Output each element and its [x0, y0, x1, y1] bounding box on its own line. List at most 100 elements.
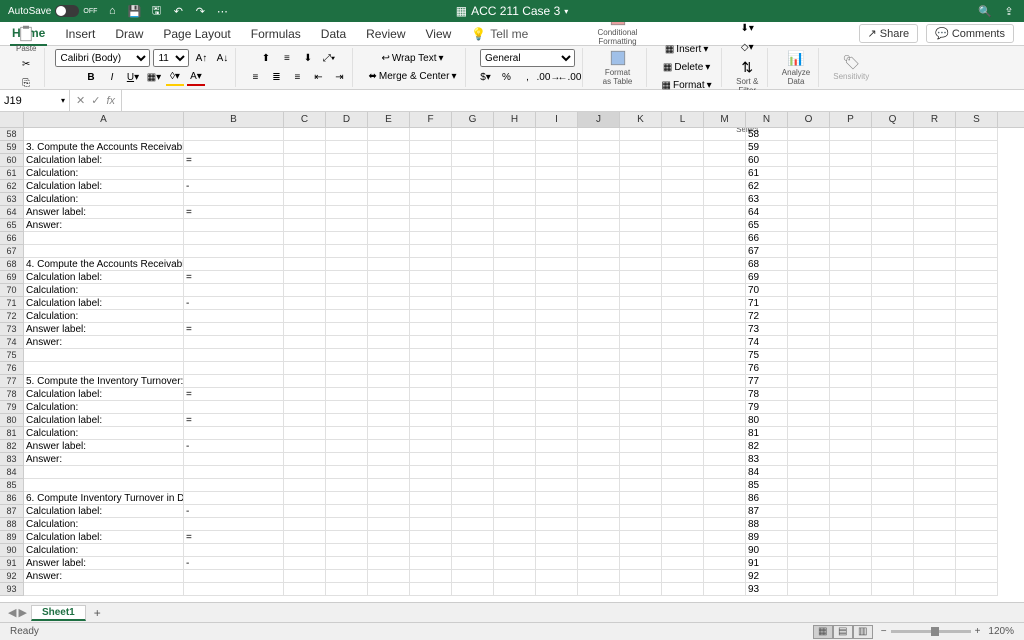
- cell[interactable]: [914, 479, 956, 492]
- cell[interactable]: [662, 349, 704, 362]
- cell[interactable]: [368, 245, 410, 258]
- cell[interactable]: [494, 453, 536, 466]
- cell[interactable]: [914, 297, 956, 310]
- cell[interactable]: [914, 284, 956, 297]
- cell[interactable]: [410, 206, 452, 219]
- merge-center-button[interactable]: ⬌Merge & Center ▾: [363, 68, 461, 85]
- cell[interactable]: [662, 362, 704, 375]
- cell[interactable]: [620, 297, 662, 310]
- cell[interactable]: [872, 297, 914, 310]
- cell[interactable]: [536, 427, 578, 440]
- cell[interactable]: =: [184, 154, 284, 167]
- cell[interactable]: [704, 258, 746, 271]
- cell[interactable]: [914, 154, 956, 167]
- cell[interactable]: [452, 479, 494, 492]
- cell[interactable]: [494, 323, 536, 336]
- cell[interactable]: [578, 375, 620, 388]
- cell[interactable]: [184, 544, 284, 557]
- cell[interactable]: [536, 388, 578, 401]
- cell[interactable]: [410, 388, 452, 401]
- cell[interactable]: [326, 128, 368, 141]
- cell[interactable]: [536, 583, 578, 596]
- cell[interactable]: [620, 219, 662, 232]
- cell[interactable]: [662, 557, 704, 570]
- cell[interactable]: [536, 440, 578, 453]
- cell[interactable]: [620, 505, 662, 518]
- cell[interactable]: 86: [746, 492, 788, 505]
- cell[interactable]: [788, 427, 830, 440]
- cell[interactable]: [662, 258, 704, 271]
- cell[interactable]: [830, 362, 872, 375]
- cell[interactable]: [956, 167, 998, 180]
- cell[interactable]: [620, 375, 662, 388]
- cell[interactable]: [284, 557, 326, 570]
- cell[interactable]: [410, 557, 452, 570]
- cell[interactable]: [536, 557, 578, 570]
- cell[interactable]: [368, 154, 410, 167]
- cell[interactable]: [326, 193, 368, 206]
- cell[interactable]: [494, 232, 536, 245]
- cell[interactable]: [452, 557, 494, 570]
- cell[interactable]: [368, 167, 410, 180]
- cancel-formula-icon[interactable]: ✕: [76, 94, 85, 107]
- cell[interactable]: [326, 401, 368, 414]
- cell[interactable]: [830, 128, 872, 141]
- cell[interactable]: [704, 245, 746, 258]
- cell[interactable]: [326, 206, 368, 219]
- cell[interactable]: [662, 479, 704, 492]
- cell[interactable]: [410, 258, 452, 271]
- cell[interactable]: [620, 232, 662, 245]
- cell[interactable]: -: [184, 505, 284, 518]
- cell[interactable]: [830, 297, 872, 310]
- cell[interactable]: [830, 427, 872, 440]
- cell[interactable]: [872, 388, 914, 401]
- cell[interactable]: Calculation label:: [24, 388, 184, 401]
- row-header[interactable]: 62: [0, 180, 24, 193]
- row-header[interactable]: 91: [0, 557, 24, 570]
- row-header[interactable]: 78: [0, 388, 24, 401]
- cell[interactable]: [452, 427, 494, 440]
- cell[interactable]: [536, 414, 578, 427]
- cell[interactable]: [284, 466, 326, 479]
- cell[interactable]: [662, 414, 704, 427]
- cell[interactable]: [620, 323, 662, 336]
- cell[interactable]: Calculation:: [24, 284, 184, 297]
- cell[interactable]: [284, 375, 326, 388]
- cell[interactable]: [326, 466, 368, 479]
- cell[interactable]: [872, 531, 914, 544]
- cell[interactable]: [620, 388, 662, 401]
- cell[interactable]: [536, 232, 578, 245]
- accept-formula-icon[interactable]: ✓: [91, 94, 100, 107]
- cell[interactable]: [872, 193, 914, 206]
- cell[interactable]: [872, 219, 914, 232]
- row-header[interactable]: 63: [0, 193, 24, 206]
- cell[interactable]: [956, 297, 998, 310]
- cell[interactable]: [536, 453, 578, 466]
- tab-formulas[interactable]: Formulas: [249, 23, 303, 45]
- cell[interactable]: [914, 518, 956, 531]
- cell[interactable]: [326, 310, 368, 323]
- cell[interactable]: [284, 193, 326, 206]
- cell[interactable]: [368, 141, 410, 154]
- cell[interactable]: [536, 180, 578, 193]
- cell[interactable]: [410, 232, 452, 245]
- cell[interactable]: [284, 336, 326, 349]
- tab-review[interactable]: Review: [364, 23, 407, 45]
- cell[interactable]: 66: [746, 232, 788, 245]
- cell[interactable]: [620, 531, 662, 544]
- cell[interactable]: [830, 310, 872, 323]
- cell[interactable]: [662, 531, 704, 544]
- cell[interactable]: [620, 141, 662, 154]
- save2-icon[interactable]: 🖫: [149, 4, 163, 18]
- cell[interactable]: [452, 245, 494, 258]
- cell[interactable]: 63: [746, 193, 788, 206]
- cell[interactable]: [410, 466, 452, 479]
- cell[interactable]: [914, 128, 956, 141]
- cell[interactable]: [914, 414, 956, 427]
- cell[interactable]: [704, 362, 746, 375]
- cell[interactable]: -: [184, 557, 284, 570]
- cell[interactable]: [368, 479, 410, 492]
- cell[interactable]: [284, 180, 326, 193]
- cell[interactable]: [578, 518, 620, 531]
- cell[interactable]: [830, 232, 872, 245]
